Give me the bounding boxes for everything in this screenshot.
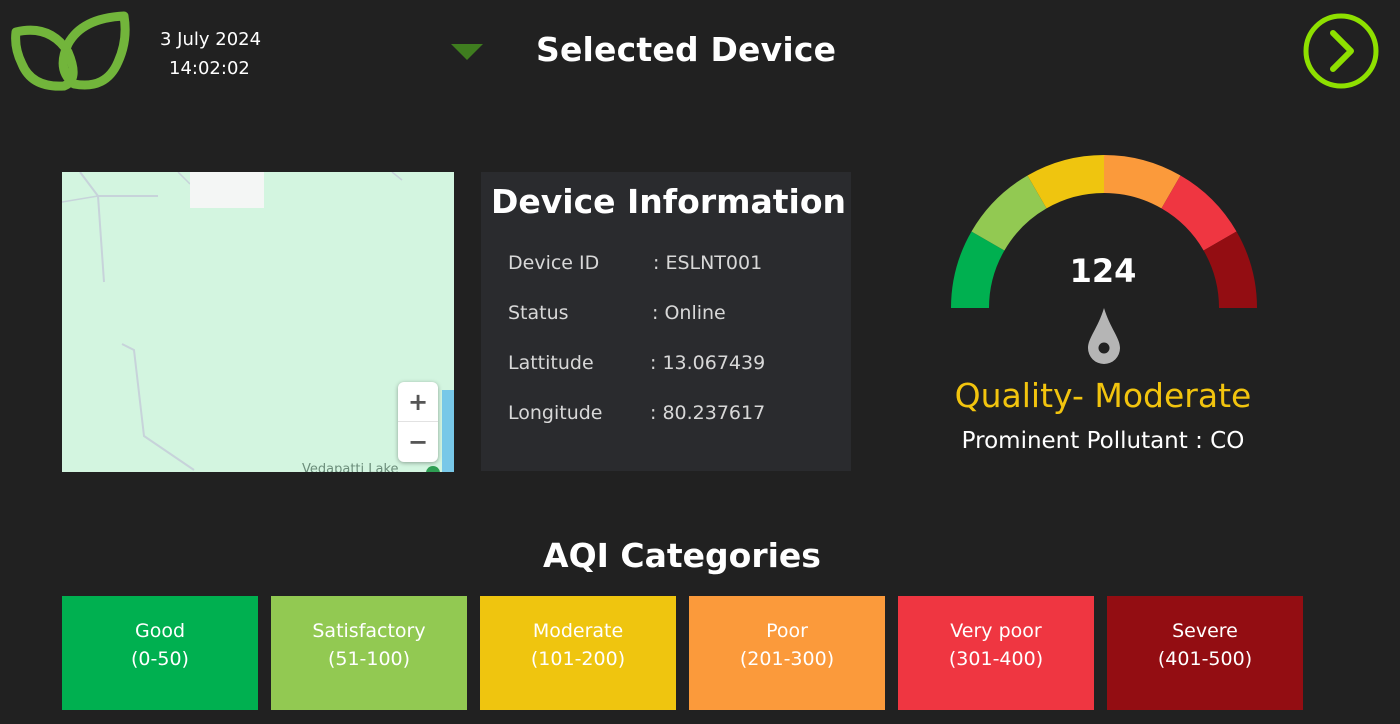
status-label: Status — [508, 302, 569, 324]
aqi-category-satisfactory: Satisfactory (51-100) — [271, 596, 467, 710]
current-date: 3 July 2024 — [160, 29, 262, 50]
device-id-label: Device ID — [508, 252, 600, 274]
map-lake — [442, 390, 454, 472]
category-range: (401-500) — [1157, 648, 1253, 670]
next-button[interactable] — [1301, 11, 1381, 91]
quality-label: Quality- Moderate — [954, 376, 1252, 415]
triangle-down-icon[interactable] — [450, 44, 484, 60]
category-range: (0-50) — [131, 648, 189, 670]
chevron-right-icon — [1303, 13, 1379, 89]
category-range: (201-300) — [739, 648, 835, 670]
map-roads — [62, 172, 403, 471]
prominent-pollutant: Prominent Pollutant : CO — [961, 428, 1245, 454]
aqi-categories-title: AQI Categories — [543, 536, 821, 575]
map-place-label: Vedapatti Lake — [302, 462, 399, 472]
aqi-category-severe: Severe (401-500) — [1107, 596, 1303, 710]
longitude-label: Longitude — [508, 402, 603, 424]
aqi-category-good: Good (0-50) — [62, 596, 258, 710]
category-name: Very poor — [950, 620, 1042, 642]
category-name: Moderate — [532, 620, 624, 642]
category-range: (101-200) — [530, 648, 626, 670]
map-building — [190, 172, 264, 208]
status-value: : Online — [652, 302, 726, 324]
device-map[interactable]: Vedapatti Lake + − — [62, 172, 454, 472]
device-info-panel: Device Information Device ID : ESLNT001 … — [481, 172, 851, 471]
needle-icon — [1088, 308, 1120, 364]
category-range: (51-100) — [327, 648, 411, 670]
category-name: Good — [134, 620, 186, 642]
latitude-label: Lattitude — [508, 352, 594, 374]
category-name: Poor — [766, 620, 808, 642]
category-range: (301-400) — [948, 648, 1044, 670]
longitude-value: : 80.237617 — [650, 402, 766, 424]
category-name: Severe — [1172, 620, 1238, 642]
device-info-title: Device Information — [491, 182, 847, 221]
aqi-category-moderate: Moderate (101-200) — [480, 596, 676, 710]
aqi-value: 124 — [1069, 252, 1137, 290]
latitude-value: : 13.067439 — [650, 352, 766, 374]
zoom-control: + − — [398, 382, 438, 462]
zoom-in-button[interactable]: + — [398, 382, 438, 422]
aqi-category-poor: Poor (201-300) — [689, 596, 885, 710]
page-title: Selected Device — [536, 30, 837, 69]
zoom-out-button[interactable]: − — [398, 422, 438, 462]
aqi-category-very-poor: Very poor (301-400) — [898, 596, 1094, 710]
current-time: 14:02:02 — [169, 58, 250, 79]
leaf-logo-icon — [10, 10, 132, 94]
device-id-value: : ESLNT001 — [653, 252, 763, 274]
category-name: Satisfactory — [312, 620, 426, 642]
